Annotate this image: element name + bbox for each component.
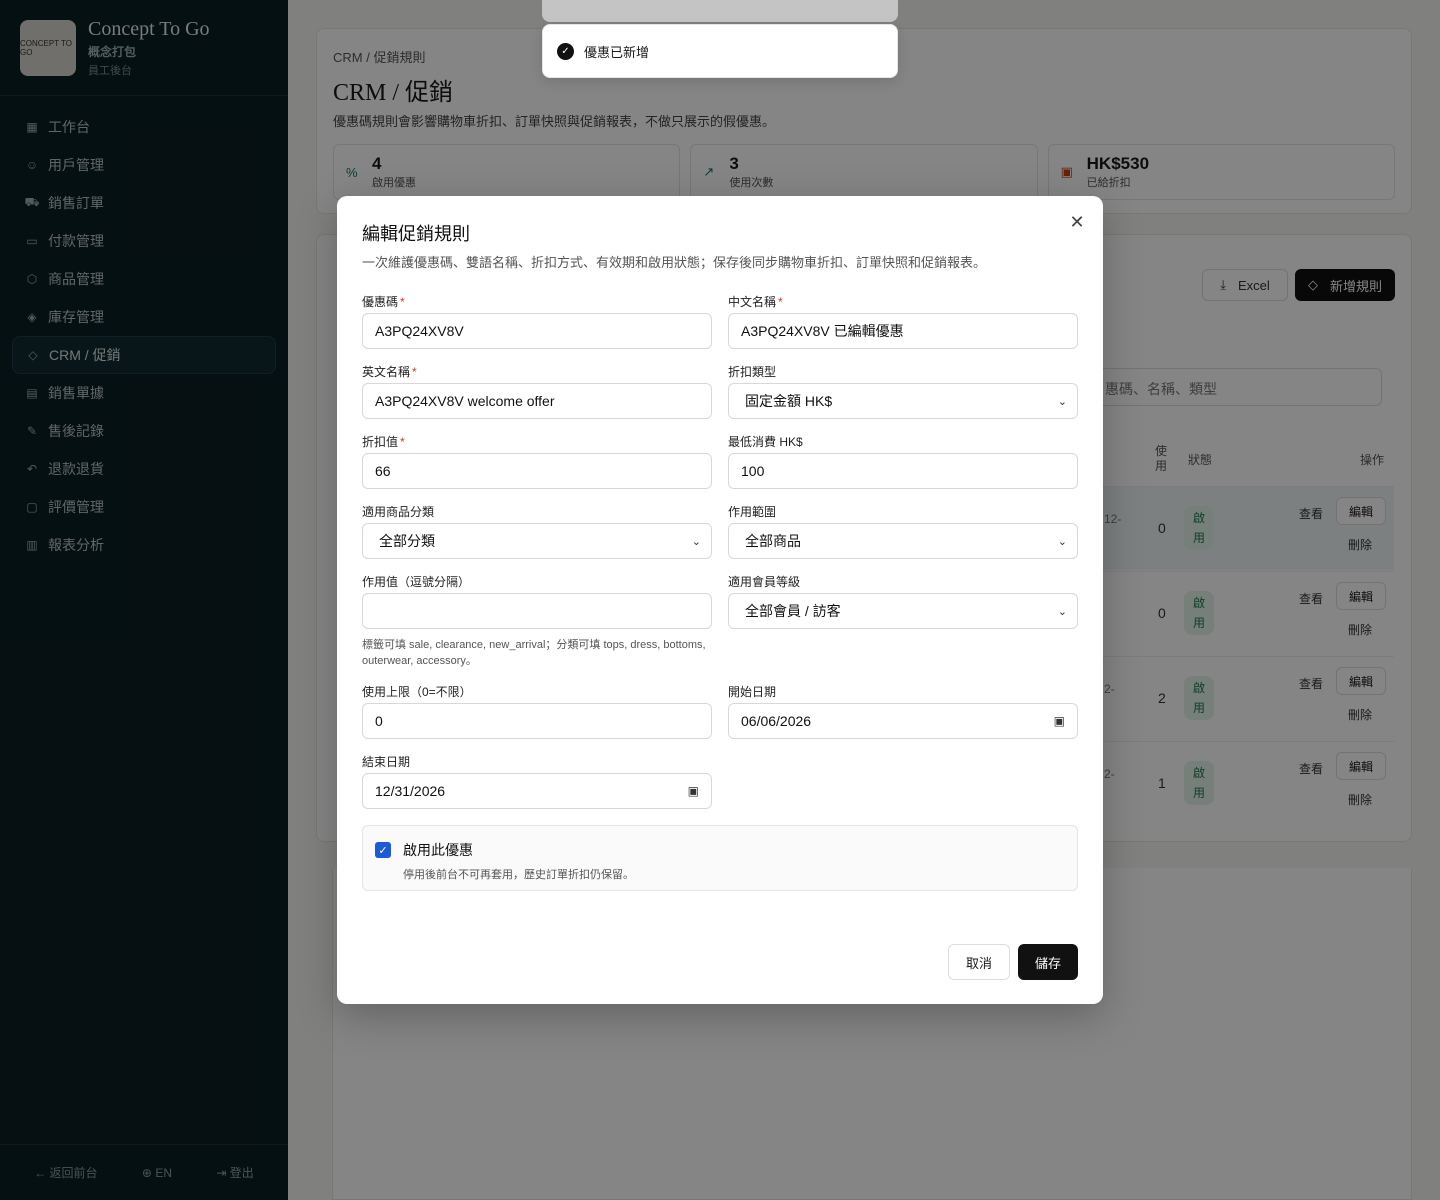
- save-button[interactable]: 儲存: [1018, 944, 1078, 980]
- scope-value: 全部商品: [745, 533, 801, 549]
- usage-limit-input[interactable]: 0: [362, 703, 712, 739]
- calendar-icon[interactable]: ▣: [688, 784, 699, 798]
- discount-type-label: 折扣類型: [728, 365, 777, 379]
- code-label: 優惠碼 *: [362, 293, 712, 309]
- promo-form: 優惠碼 * A3PQ24XV8V 中文名稱 * A3PQ24XV8V 已編輯優惠 英…: [362, 293, 1078, 823]
- close-icon[interactable]: ✕: [1067, 212, 1087, 232]
- enable-promo-box: ✓ 啟用此優惠 停用後前台不可再套用，歷史訂單折扣仍保留。: [362, 825, 1078, 891]
- cancel-button[interactable]: 取消: [948, 944, 1010, 980]
- name-en-label-text: 英文名稱: [362, 365, 411, 379]
- discount-value-label-text: 折扣值: [362, 435, 399, 449]
- name-en-input[interactable]: A3PQ24XV8V welcome offer: [362, 383, 712, 419]
- name-zh-label-text: 中文名稱: [728, 295, 777, 309]
- toast-message: 優惠已新增: [584, 44, 650, 60]
- category-label: 適用商品分類: [362, 505, 435, 519]
- previous-toast: [542, 0, 898, 22]
- required-mark: *: [400, 295, 405, 309]
- member-level-label: 適用會員等級: [728, 575, 801, 589]
- dialog-actions: 取消 儲存: [948, 944, 1078, 980]
- scope-select[interactable]: 全部商品 ⌄: [728, 523, 1078, 559]
- chevron-down-icon: ⌄: [691, 535, 701, 548]
- scope-values-input[interactable]: [362, 593, 712, 629]
- min-spend-input[interactable]: 100: [728, 453, 1078, 489]
- chevron-down-icon: ⌄: [1057, 605, 1067, 618]
- field-name-en: 英文名稱 * A3PQ24XV8V welcome offer: [362, 363, 712, 419]
- enable-promo-title: 啟用此優惠: [403, 842, 473, 858]
- end-date-input[interactable]: 12/31/2026 ▣: [362, 773, 712, 809]
- min-spend-label: 最低消費 HK$: [728, 435, 803, 449]
- member-level-value: 全部會員 / 訪客: [745, 603, 841, 619]
- discount-type-select[interactable]: 固定金額 HK$ ⌄: [728, 383, 1078, 419]
- code-label-text: 優惠碼: [362, 295, 399, 309]
- end-date-label: 結束日期: [362, 755, 411, 769]
- start-date-input[interactable]: 06/06/2026 ▣: [728, 703, 1078, 739]
- field-usage-limit: 使用上限（0=不限） 0: [362, 683, 712, 739]
- name-zh-label: 中文名稱 *: [728, 293, 1078, 309]
- member-level-select[interactable]: 全部會員 / 訪客 ⌄: [728, 593, 1078, 629]
- start-date-label: 開始日期: [728, 685, 777, 699]
- start-date-value: 06/06/2026: [741, 713, 812, 729]
- code-input[interactable]: A3PQ24XV8V: [362, 313, 712, 349]
- field-scope-values: 作用值（逗號分隔） 標籤可填 sale, clearance, new_arri…: [362, 573, 712, 669]
- field-member-level: 適用會員等級 全部會員 / 訪客 ⌄: [728, 573, 1078, 669]
- chevron-down-icon: ⌄: [1057, 535, 1067, 548]
- enable-promo-subtitle: 停用後前台不可再套用，歷史訂單折扣仍保留。: [403, 869, 634, 881]
- field-name-zh: 中文名稱 * A3PQ24XV8V 已編輯優惠: [728, 293, 1078, 349]
- discount-type-value: 固定金額 HK$: [745, 393, 833, 409]
- discount-value-input[interactable]: 66: [362, 453, 712, 489]
- field-category: 適用商品分類 全部分類 ⌄: [362, 503, 712, 559]
- scope-label: 作用範圍: [728, 505, 777, 519]
- calendar-icon[interactable]: ▣: [1054, 714, 1065, 728]
- check-circle-icon: ✓: [557, 42, 574, 60]
- discount-value-label: 折扣值 *: [362, 433, 712, 449]
- usage-limit-label: 使用上限（0=不限）: [362, 685, 472, 699]
- field-code: 優惠碼 * A3PQ24XV8V: [362, 293, 712, 349]
- required-mark: *: [412, 365, 417, 379]
- name-zh-input[interactable]: A3PQ24XV8V 已編輯優惠: [728, 313, 1078, 349]
- end-date-value: 12/31/2026: [375, 783, 446, 799]
- category-value: 全部分類: [379, 533, 435, 549]
- dialog-title: 編輯促銷規則: [362, 224, 470, 244]
- scope-values-hint: 標籤可填 sale, clearance, new_arrival；分類可填 t…: [362, 639, 706, 667]
- edit-promo-dialog: ✕ 編輯促銷規則 一次維護優惠碼、雙語名稱、折扣方式、有效期和啟用狀態；保存後同…: [337, 196, 1103, 1004]
- category-select[interactable]: 全部分類 ⌄: [362, 523, 712, 559]
- field-scope: 作用範圍 全部商品 ⌄: [728, 503, 1078, 559]
- required-mark: *: [778, 295, 783, 309]
- field-start-date: 開始日期 06/06/2026 ▣: [728, 683, 1078, 739]
- field-min-spend: 最低消費 HK$ 100: [728, 433, 1078, 489]
- field-discount-value: 折扣值 * 66: [362, 433, 712, 489]
- enable-promo-checkbox[interactable]: ✓: [375, 842, 391, 858]
- required-mark: *: [400, 435, 405, 449]
- chevron-down-icon: ⌄: [1057, 395, 1067, 408]
- name-en-label: 英文名稱 *: [362, 363, 712, 379]
- dialog-description: 一次維護優惠碼、雙語名稱、折扣方式、有效期和啟用狀態；保存後同步購物車折扣、訂單…: [362, 255, 987, 270]
- field-discount-type: 折扣類型 固定金額 HK$ ⌄: [728, 363, 1078, 419]
- scope-values-label: 作用值（逗號分隔）: [362, 575, 471, 589]
- success-toast: ✓ 優惠已新增: [542, 24, 898, 78]
- field-end-date: 結束日期 12/31/2026 ▣: [362, 753, 712, 809]
